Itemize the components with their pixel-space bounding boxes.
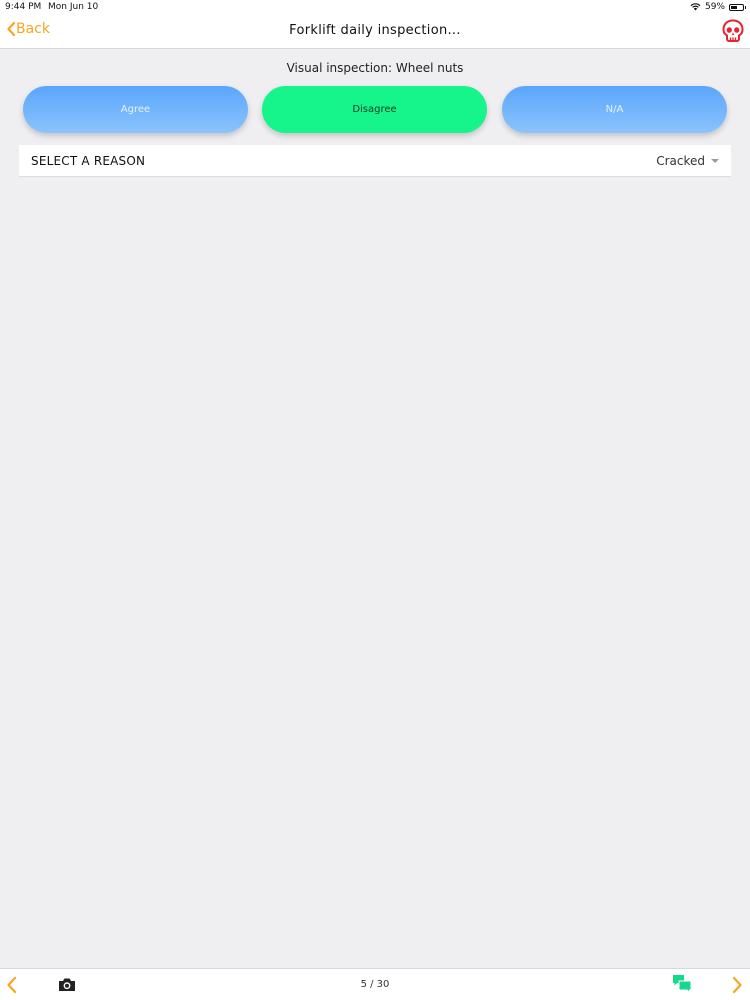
chat-icon[interactable]	[672, 974, 692, 994]
agree-label: Agree	[120, 104, 151, 115]
reason-value-wrap: Cracked	[656, 154, 719, 168]
page-title: Forklift daily inspection...	[289, 23, 461, 38]
wifi-icon	[690, 3, 701, 11]
bottom-toolbar: 5 / 30	[0, 968, 750, 1000]
skull-icon[interactable]	[720, 18, 746, 44]
status-time: 9:44 PM	[5, 2, 42, 12]
na-button[interactable]: N/A	[502, 86, 727, 133]
status-bar: 9:44 PM Mon Jun 10 59%	[0, 0, 750, 14]
question-text: Visual inspection: Wheel nuts	[286, 61, 464, 75]
page-counter: 5 / 30	[360, 979, 390, 990]
na-label: N/A	[605, 104, 624, 115]
nav-bar: Back Forklift daily inspection...	[0, 14, 750, 49]
reason-select[interactable]: SELECT A REASON Cracked	[19, 145, 731, 177]
reason-value: Cracked	[656, 153, 705, 168]
agree-button[interactable]: Agree	[23, 86, 248, 133]
disagree-button[interactable]: Disagree	[262, 86, 487, 133]
caret-down-icon	[711, 158, 719, 163]
battery-icon	[729, 3, 746, 11]
status-date: Mon Jun 10	[48, 2, 99, 12]
disagree-label: Disagree	[352, 104, 397, 115]
battery-percent: 59%	[704, 2, 725, 12]
status-right: 59%	[690, 2, 746, 12]
reason-label: SELECT A REASON	[31, 153, 146, 168]
chevron-right-icon[interactable]	[730, 976, 744, 994]
battery-fill	[731, 5, 738, 9]
